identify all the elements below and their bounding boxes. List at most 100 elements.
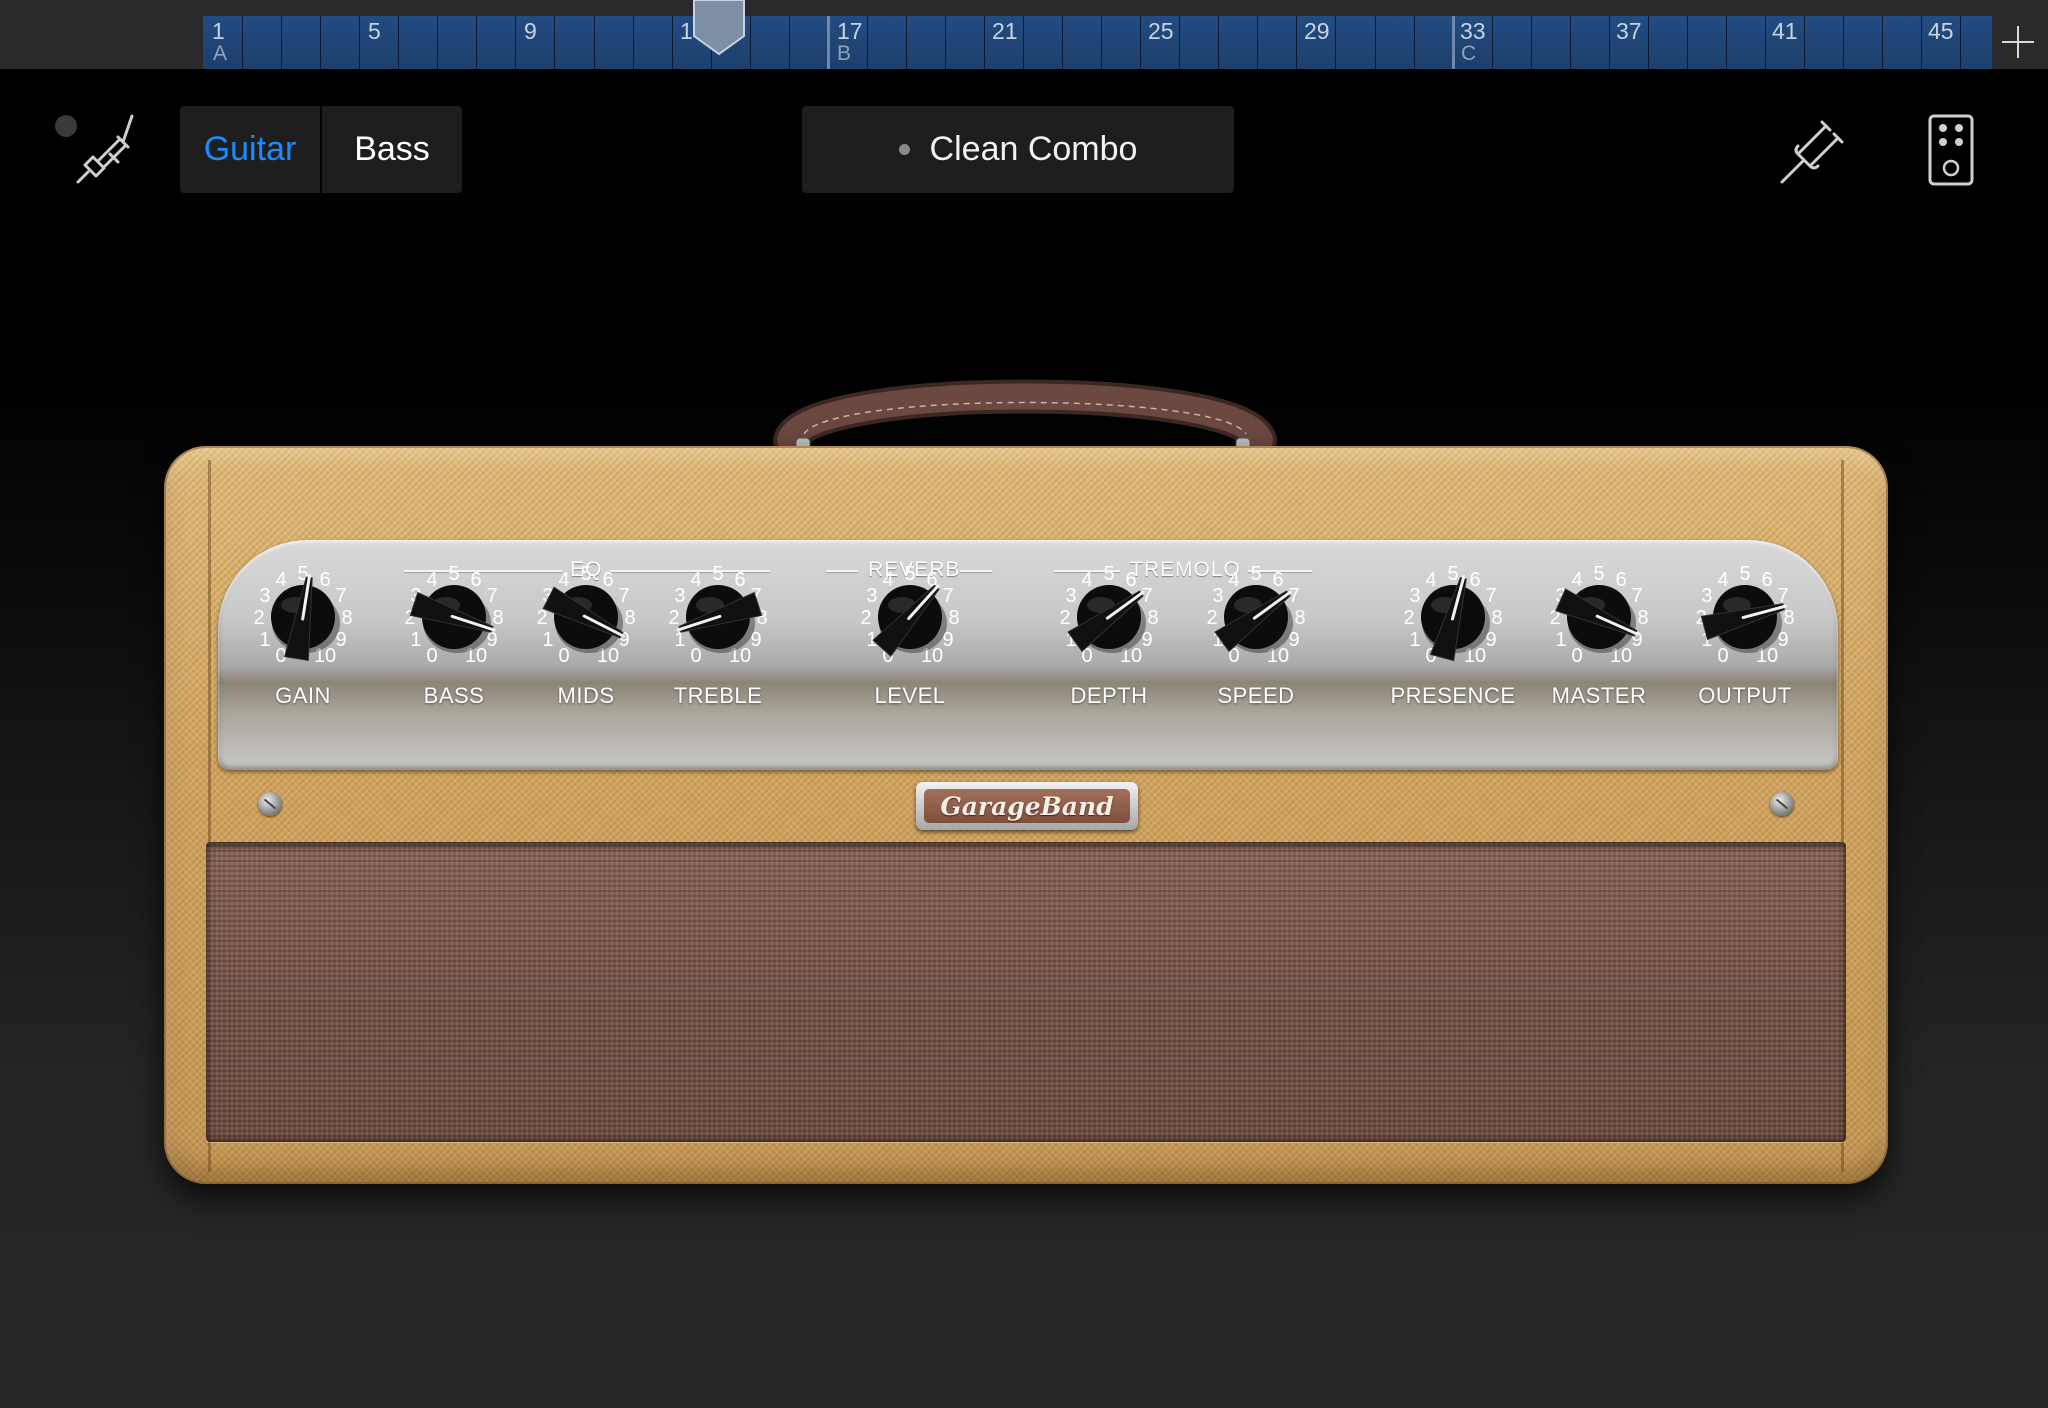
knob-scale-number: 4	[1571, 569, 1582, 591]
knob-master[interactable]: 0 1 2 3 4 5 6 7 8 9 10 MASTER	[1539, 560, 1659, 710]
knob-scale-number: 8	[624, 607, 635, 629]
bar-line	[1609, 16, 1610, 69]
tab-guitar[interactable]: Guitar	[180, 106, 320, 193]
knob-scale-number: 6	[1272, 569, 1283, 591]
knob-scale-number: 0	[690, 645, 701, 667]
knob-depth[interactable]: 0 1 2 3 4 5 6 7 8 9 10 DEPTH	[1049, 560, 1169, 710]
bar-line	[1414, 16, 1415, 69]
knob-speed[interactable]: 0 1 2 3 4 5 6 7 8 9 10 SPEED	[1196, 560, 1316, 710]
knob-scale-number: 6	[1615, 569, 1626, 591]
control-panel: EQ REVERB TREMOLO 0 1 2 3 4 5 6 7 8 9 10 GAIN 01234…	[218, 540, 1838, 770]
bar-line	[1843, 16, 1844, 69]
section-marker: C	[1461, 42, 1477, 65]
preset-selector[interactable]: Clean Combo	[802, 106, 1234, 193]
knob-dial[interactable]: 01234 5 678910	[1685, 560, 1805, 680]
garageband-logo: GarageBand	[916, 782, 1138, 830]
ruler-track[interactable]: 1 5 9 13 17 21 25 29 33 37 41 45 A B C	[203, 16, 1992, 69]
knob-scale-number: 6	[1469, 569, 1480, 591]
tab-bass[interactable]: Bass	[320, 106, 462, 193]
knob-scale-number: 4	[1425, 569, 1436, 591]
knob-scale-number: 7	[1486, 585, 1497, 607]
knob-gain[interactable]: 0 1 2 3 4 5 6 7 8 9 10 GAIN	[243, 560, 363, 710]
knob-scale-number: 2	[1059, 607, 1070, 629]
bar-number: 29	[1304, 18, 1330, 44]
bar-line	[476, 16, 477, 69]
section-marker: A	[213, 42, 228, 65]
knob-output[interactable]: 0 1 2 3 4 5 6 7 8 9 10 OUTPUT	[1685, 560, 1805, 710]
bar-number: 25	[1148, 18, 1174, 44]
knob-scale-number: 7	[943, 585, 954, 607]
tuning-fork-icon[interactable]	[1778, 112, 1852, 186]
bar-line	[984, 16, 985, 69]
bar-line	[515, 16, 516, 69]
bar-line	[1960, 16, 1961, 69]
knob-presence[interactable]: 0 1 2 3 4 5 6 7 8 9 10 PRESENCE	[1390, 560, 1515, 710]
knob-scale-number: 4	[426, 569, 437, 591]
panel-screw	[1770, 792, 1794, 816]
knob-scale-number: 5	[712, 563, 723, 585]
knob-scale-number: 4	[1717, 569, 1728, 591]
knob-scale-number: 7	[336, 585, 347, 607]
bar-line	[1882, 16, 1883, 69]
bar-line	[1765, 16, 1766, 69]
instrument-segmented-control[interactable]: Guitar Bass	[180, 106, 462, 193]
bar-line	[594, 16, 595, 69]
guitar-cable-icon[interactable]	[74, 110, 136, 186]
knob-scale-number: 3	[1409, 585, 1420, 607]
section-divider	[827, 16, 830, 69]
bar-line	[1804, 16, 1805, 69]
bar-line	[1296, 16, 1297, 69]
knob-scale-number: 5	[1250, 563, 1261, 585]
knob-scale-number: 8	[492, 607, 503, 629]
knob-scale-number: 2	[253, 607, 264, 629]
knob-level[interactable]: 0 1 2 3 4 5 6 7 8 9 10 LEVEL	[850, 560, 970, 710]
knob-scale-number: 2	[536, 607, 547, 629]
knob-scale-number: 3	[1065, 585, 1076, 607]
knob-scale-number: 5	[904, 563, 915, 585]
amplifier: EQ REVERB TREMOLO 0 1 2 3 4 5 6 7 8 9 10 GAIN 01234…	[0, 0, 2048, 1408]
knob-dial[interactable]: 01234 5 678910	[526, 560, 646, 680]
knob-scale-number: 2	[1403, 607, 1414, 629]
knob-dial[interactable]: 01234 5 678910	[1393, 560, 1513, 680]
bar-line	[554, 16, 555, 69]
bar-line	[867, 16, 868, 69]
bar-line	[1335, 16, 1336, 69]
knob-dial[interactable]: 01234 5 678910	[850, 560, 970, 680]
knob-scale-number: 3	[866, 585, 877, 607]
bar-line	[945, 16, 946, 69]
bar-line	[437, 16, 438, 69]
knob-treble[interactable]: 0 1 2 3 4 5 6 7 8 9 10 TREBLE	[658, 560, 778, 710]
playhead-icon[interactable]	[692, 0, 746, 56]
bar-line	[1687, 16, 1688, 69]
bar-line	[1375, 16, 1376, 69]
knob-scale-number: 1	[1555, 629, 1566, 651]
knob-dial[interactable]: 01234 5 678910	[1539, 560, 1659, 680]
bar-line	[672, 16, 673, 69]
knob-scale-number: 1	[674, 629, 685, 651]
bar-line	[320, 16, 321, 69]
knob-scale-number: 0	[1717, 645, 1728, 667]
knob-dial[interactable]: 01234 5 678910	[394, 560, 514, 680]
knob-dial[interactable]: 01234 5 678910	[658, 560, 778, 680]
knob-dial[interactable]: 01234 5 678910	[1049, 560, 1169, 680]
knob-scale-number: 5	[1447, 563, 1458, 585]
knob-dial[interactable]: 01234 5 678910	[243, 560, 363, 680]
knob-scale-number: 0	[426, 645, 437, 667]
knob-scale-number: 5	[1593, 563, 1604, 585]
knob-dial[interactable]: 01234 5 678910	[1196, 560, 1316, 680]
bar-line	[1531, 16, 1532, 69]
knob-scale-number: 2	[1206, 607, 1217, 629]
plus-icon[interactable]	[2000, 24, 2036, 60]
knob-scale-number: 8	[1783, 607, 1794, 629]
bar-number: 21	[992, 18, 1018, 44]
knob-scale-number: 0	[558, 645, 569, 667]
bar-line	[281, 16, 282, 69]
bar-number: 41	[1772, 18, 1798, 44]
bar-number: 9	[524, 18, 537, 44]
stompbox-icon[interactable]	[1928, 114, 1974, 186]
timeline-ruler[interactable]: 1 5 9 13 17 21 25 29 33 37 41 45 A B C	[0, 0, 2048, 69]
knob-scale-number: 6	[1125, 569, 1136, 591]
bar-line	[359, 16, 360, 69]
preset-dot	[898, 144, 910, 155]
knob-scale-number: 1	[410, 629, 421, 651]
